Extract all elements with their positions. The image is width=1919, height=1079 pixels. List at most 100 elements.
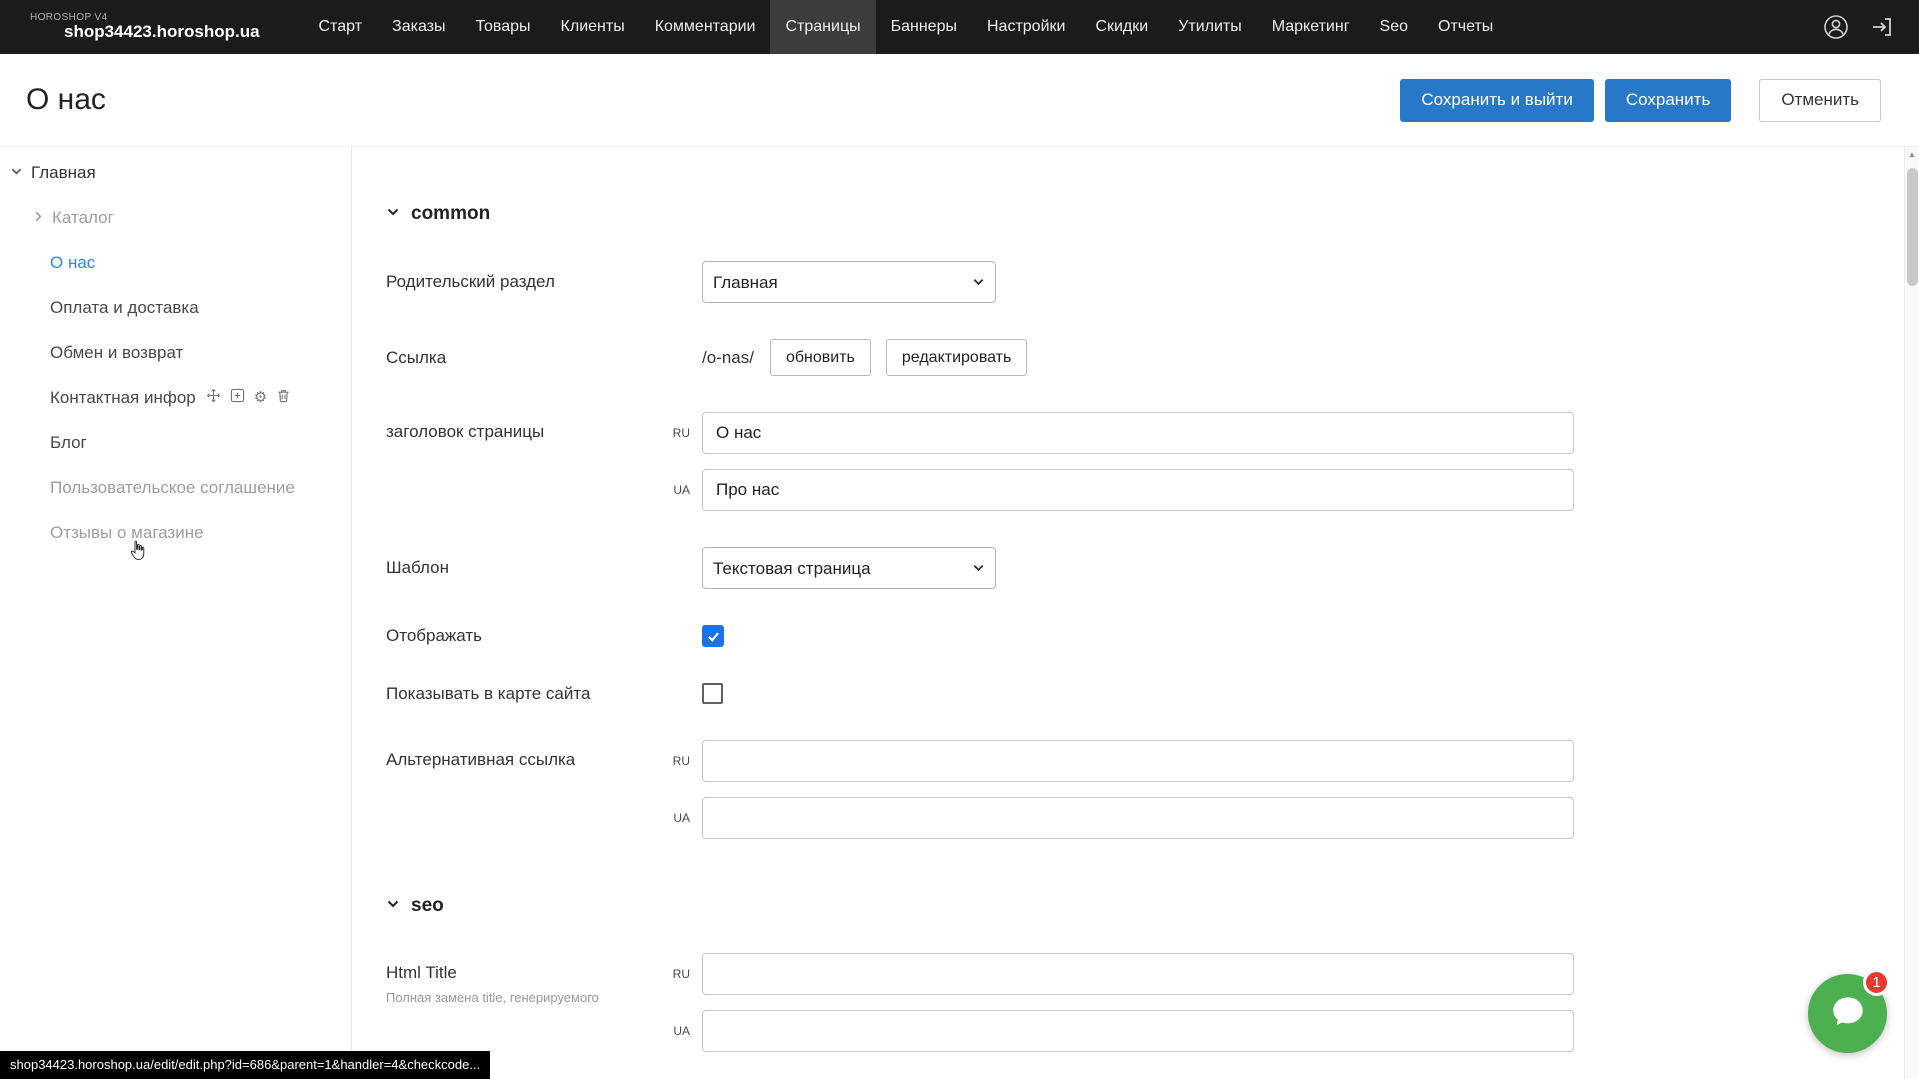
menu-item-settings[interactable]: Настройки: [972, 0, 1080, 54]
cancel-button[interactable]: Отменить: [1759, 79, 1881, 122]
link-update-button[interactable]: обновить: [770, 339, 871, 376]
html-title-hint: Полная замена title, генерируемого: [386, 990, 656, 1005]
page-edit-form: common Родительский раздел Главная Ссылк…: [352, 147, 1919, 1079]
chevron-down-icon: [386, 203, 400, 225]
topbar-right: [1823, 14, 1919, 40]
tree-item-label: Пользовательское соглашение: [50, 478, 295, 498]
page-title-row: заголовок страницы RU UA: [386, 412, 1919, 511]
tree-item-main[interactable]: Главная: [0, 151, 351, 195]
tree-item-store-reviews[interactable]: Отзывы о магазине: [0, 510, 351, 555]
template-row: Шаблон Текстовая страница: [386, 547, 1919, 589]
scrollbar-thumb[interactable]: [1907, 168, 1918, 286]
template-select[interactable]: Текстовая страница: [702, 547, 996, 589]
tree-item-contact-info[interactable]: Контактная инфор ⚙: [0, 375, 351, 420]
menu-item-reports[interactable]: Отчеты: [1423, 0, 1508, 54]
vertical-scrollbar[interactable]: ▲: [1904, 147, 1919, 1079]
page-title-label: заголовок страницы: [386, 412, 658, 442]
menu-item-start[interactable]: Старт: [304, 0, 377, 54]
scrollbar-up-arrow[interactable]: ▲: [1905, 147, 1919, 162]
tree-item-catalog[interactable]: Каталог: [0, 195, 351, 240]
lang-tag-ru: RU: [658, 967, 702, 981]
lang-tag-ru: RU: [658, 426, 702, 440]
html-title-ua-input[interactable]: [702, 1010, 1574, 1052]
brand-logo[interactable]: HOROSHOP V4 shop34423.horoshop.ua: [0, 13, 280, 41]
lang-tag-ua: UA: [658, 811, 702, 825]
menu-item-utilities[interactable]: Утилиты: [1163, 0, 1257, 54]
link-edit-button[interactable]: редактировать: [886, 339, 1027, 376]
menu-item-clients[interactable]: Клиенты: [546, 0, 640, 54]
main-menu: Старт Заказы Товары Клиенты Комментарии …: [304, 0, 1509, 54]
tree-item-label: Контактная инфор: [50, 388, 196, 408]
lang-tag-ua: UA: [658, 1024, 702, 1038]
tree-item-user-agreement[interactable]: Пользовательское соглашение: [0, 465, 351, 510]
menu-item-comments[interactable]: Комментарии: [640, 0, 771, 54]
add-page-icon[interactable]: [230, 388, 245, 408]
html-title-row: Html Title Полная замена title, генериру…: [386, 953, 1919, 1052]
section-common-header[interactable]: common: [386, 203, 1919, 225]
parent-section-select[interactable]: Главная: [702, 261, 996, 303]
link-value: /o-nas/: [702, 348, 754, 368]
tree-item-label: Блог: [50, 433, 87, 453]
alt-link-label: Альтернативная ссылка: [386, 740, 658, 770]
logout-icon[interactable]: [1869, 14, 1895, 40]
tree-item-label: Оплата и доставка: [50, 298, 199, 318]
lang-tag-ua: UA: [658, 483, 702, 497]
sitemap-row: Показывать в карте сайта: [386, 683, 1919, 704]
lang-tag-ru: RU: [658, 754, 702, 768]
tree-item-label: Каталог: [52, 208, 114, 228]
save-button[interactable]: Сохранить: [1605, 79, 1731, 122]
menu-item-marketing[interactable]: Маркетинг: [1257, 0, 1365, 54]
chevron-right-icon: [32, 208, 45, 228]
menu-item-products[interactable]: Товары: [461, 0, 546, 54]
template-label: Шаблон: [386, 558, 658, 578]
gear-icon[interactable]: ⚙: [254, 390, 267, 405]
html-title-label-text: Html Title: [386, 963, 658, 983]
alt-link-ua-input[interactable]: [702, 797, 1574, 839]
alt-link-row: Альтернативная ссылка RU UA: [386, 740, 1919, 839]
page-title: О нас: [26, 83, 106, 117]
save-and-exit-button[interactable]: Сохранить и выйти: [1400, 79, 1593, 122]
section-seo-header[interactable]: seo: [386, 895, 1919, 917]
page-title-ua-input[interactable]: [702, 469, 1574, 511]
display-checkbox[interactable]: [702, 625, 724, 647]
chat-unread-badge: 1: [1863, 969, 1890, 996]
pages-tree-sidebar: Главная Каталог О нас Оплата и доставка …: [0, 147, 352, 1079]
sitemap-checkbox[interactable]: [702, 683, 723, 704]
alt-link-ru-input[interactable]: [702, 740, 1574, 782]
html-title-ru-input[interactable]: [702, 953, 1574, 995]
section-title: common: [411, 203, 490, 225]
parent-section-label: Родительский раздел: [386, 272, 658, 292]
menu-item-pages[interactable]: Страницы: [770, 0, 875, 54]
html-title-label: Html Title Полная замена title, генериру…: [386, 953, 658, 1005]
user-account-icon[interactable]: [1823, 14, 1849, 40]
menu-item-seo[interactable]: Seo: [1365, 0, 1423, 54]
tree-item-actions: ⚙: [206, 388, 291, 408]
trash-icon[interactable]: [276, 388, 291, 408]
menu-item-orders[interactable]: Заказы: [377, 0, 460, 54]
chat-widget-button[interactable]: 1: [1808, 974, 1887, 1053]
chevron-down-icon: [386, 895, 400, 917]
tree-item-blog[interactable]: Блог: [0, 420, 351, 465]
header-actions: Сохранить и выйти Сохранить Отменить: [1400, 79, 1881, 122]
menu-item-banners[interactable]: Баннеры: [876, 0, 972, 54]
content-area: Главная Каталог О нас Оплата и доставка …: [0, 146, 1919, 1079]
brand-domain: shop34423.horoshop.ua: [30, 23, 260, 41]
parent-section-row: Родительский раздел Главная: [386, 261, 1919, 303]
sitemap-label: Показывать в карте сайта: [386, 684, 658, 704]
tree-item-label: Отзывы о магазине: [50, 523, 204, 543]
link-label: Ссылка: [386, 348, 658, 368]
tree-item-about[interactable]: О нас: [0, 240, 351, 285]
tree-item-payment-delivery[interactable]: Оплата и доставка: [0, 285, 351, 330]
topbar: HOROSHOP V4 shop34423.horoshop.ua Старт …: [0, 0, 1919, 54]
move-icon[interactable]: [206, 388, 221, 408]
menu-item-discounts[interactable]: Скидки: [1080, 0, 1163, 54]
tree-item-exchange-return[interactable]: Обмен и возврат: [0, 330, 351, 375]
page-title-ru-input[interactable]: [702, 412, 1574, 454]
display-label: Отображать: [386, 626, 658, 646]
link-preview-statusbar: shop34423.horoshop.ua/edit/edit.php?id=6…: [0, 1051, 490, 1079]
page-header: О нас Сохранить и выйти Сохранить Отмени…: [0, 54, 1919, 146]
chat-bubble-icon: [1828, 991, 1868, 1036]
chevron-down-icon: [10, 163, 23, 183]
tree-item-label: Главная: [31, 163, 96, 183]
section-title: seo: [411, 895, 444, 917]
